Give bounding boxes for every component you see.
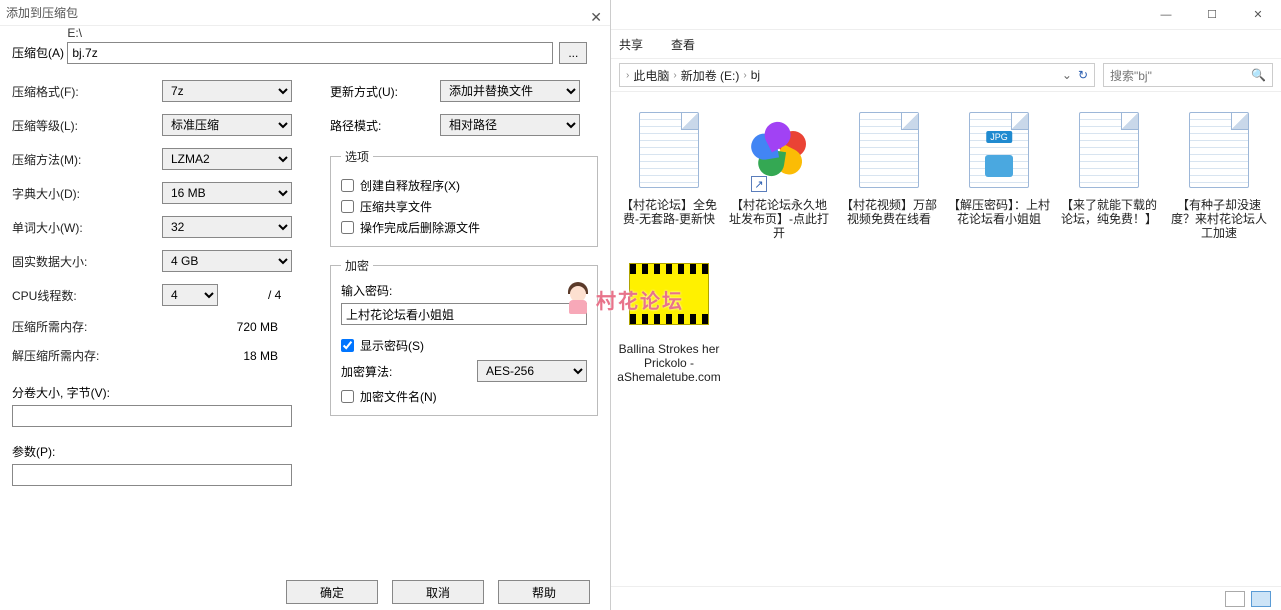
file-item[interactable]: Ballina Strokes her Prickolo - aShemalet… <box>617 248 721 384</box>
word-label: 单词大小(W): <box>12 219 162 236</box>
minimize-button[interactable]: ― <box>1143 0 1189 30</box>
address-bar[interactable]: › 此电脑 › 新加卷 (E:) › bj ⌄ ↻ <box>619 63 1095 87</box>
params-label: 参数(P): <box>12 443 312 460</box>
document-icon <box>859 112 919 188</box>
jpg-icon: JPG <box>969 112 1029 188</box>
shared-checkbox[interactable]: 压缩共享文件 <box>341 198 587 215</box>
file-item[interactable]: 【村花视频】万部视频免费在线看 <box>837 104 941 240</box>
password-label: 输入密码: <box>341 282 587 299</box>
chevron-down-icon[interactable]: ⌄ <box>1062 68 1072 82</box>
options-legend: 选项 <box>341 148 373 165</box>
search-icon: 🔍 <box>1251 68 1266 82</box>
archive-path-hint: E:\ <box>67 26 587 40</box>
close-button[interactable]: ✕ <box>1235 0 1281 30</box>
shortcut-arrow-icon: ↗ <box>751 176 767 192</box>
pathmode-label: 路径模式: <box>330 117 440 134</box>
enc-algo-select[interactable]: AES-256 <box>477 360 587 382</box>
sfx-checkbox[interactable]: 创建自释放程序(X) <box>341 177 587 194</box>
format-select[interactable]: 7z <box>162 80 292 102</box>
method-label: 压缩方法(M): <box>12 151 162 168</box>
delete-after-checkbox[interactable]: 操作完成后删除源文件 <box>341 219 587 236</box>
pinwheel-icon <box>749 120 809 180</box>
update-label: 更新方式(U): <box>330 83 440 100</box>
document-icon <box>639 112 699 188</box>
archive-name-input[interactable] <box>67 42 553 64</box>
threads-select[interactable]: 4 <box>162 284 218 306</box>
level-select[interactable]: 标准压缩 <box>162 114 292 136</box>
solid-select[interactable]: 4 GB <box>162 250 292 272</box>
solid-label: 固实数据大小: <box>12 253 162 270</box>
enc-algo-label: 加密算法: <box>341 363 477 380</box>
window-controls: ― ☐ ✕ <box>611 0 1281 30</box>
add-to-archive-dialog: 添加到压缩包 ✕ 压缩包(A) E:\ ... 压缩格式(F):7z 压缩等级(… <box>0 0 611 610</box>
icons-view-icon[interactable] <box>1251 591 1271 607</box>
update-select[interactable]: 添加并替换文件 <box>440 80 580 102</box>
file-item[interactable]: JPG【解压密码】：上村花论坛看小姐姐 <box>947 104 1051 240</box>
maximize-button[interactable]: ☐ <box>1189 0 1235 30</box>
dict-select[interactable]: 16 MB <box>162 182 292 204</box>
file-item[interactable]: 【来了就能下载的论坛，纯免费！】 <box>1057 104 1161 240</box>
word-select[interactable]: 32 <box>162 216 292 238</box>
help-button[interactable]: 帮助 <box>498 580 590 604</box>
chevron-right-icon: › <box>743 70 746 81</box>
mem-comp-label: 压缩所需内存: <box>12 318 162 335</box>
crumb-folder[interactable]: bj <box>751 68 760 82</box>
archive-label: 压缩包(A) <box>12 26 64 61</box>
ok-button[interactable]: 确定 <box>286 580 378 604</box>
mem-comp-value: 720 MB <box>162 320 282 334</box>
ribbon-tabs: 共享 查看 <box>611 30 1281 58</box>
chevron-right-icon: › <box>626 70 629 81</box>
file-grid: 【村花论坛】全免费-无套路-更新快 ↗【村花论坛永久地址发布页】-点此打开 【村… <box>611 92 1281 396</box>
level-label: 压缩等级(L): <box>12 117 162 134</box>
threads-max: / 4 <box>218 288 281 302</box>
tab-share[interactable]: 共享 <box>619 36 643 53</box>
refresh-icon[interactable]: ↻ <box>1078 68 1088 82</box>
mem-decomp-value: 18 MB <box>162 349 282 363</box>
document-icon <box>1079 112 1139 188</box>
file-explorer: ― ☐ ✕ 共享 查看 › 此电脑 › 新加卷 (E:) › bj ⌄ ↻ 搜索… <box>611 0 1281 610</box>
crumb-drive[interactable]: 新加卷 (E:) <box>681 67 740 84</box>
crumb-this-pc[interactable]: 此电脑 <box>633 67 669 84</box>
file-item[interactable]: ↗【村花论坛永久地址发布页】-点此打开 <box>727 104 831 240</box>
document-icon <box>1189 112 1249 188</box>
show-password-checkbox[interactable]: 显示密码(S) <box>341 337 587 354</box>
file-item[interactable]: 【有种子却没速度？来村花论坛人工加速 <box>1167 104 1271 240</box>
pathmode-select[interactable]: 相对路径 <box>440 114 580 136</box>
status-bar <box>611 586 1281 610</box>
search-input[interactable]: 搜索"bj" 🔍 <box>1103 63 1273 87</box>
video-icon <box>629 263 709 325</box>
dialog-title-text: 添加到压缩包 <box>6 6 78 20</box>
dict-label: 字典大小(D): <box>12 185 162 202</box>
options-group: 选项 创建自释放程序(X) 压缩共享文件 操作完成后删除源文件 <box>330 148 598 247</box>
file-item[interactable]: 【村花论坛】全免费-无套路-更新快 <box>617 104 721 240</box>
split-label: 分卷大小, 字节(V): <box>12 384 312 401</box>
details-view-icon[interactable] <box>1225 591 1245 607</box>
password-input[interactable] <box>341 303 587 325</box>
encryption-legend: 加密 <box>341 257 373 274</box>
chevron-right-icon: › <box>673 70 676 81</box>
browse-button[interactable]: ... <box>559 42 587 64</box>
threads-label: CPU线程数: <box>12 287 162 304</box>
format-label: 压缩格式(F): <box>12 83 162 100</box>
close-icon[interactable]: ✕ <box>590 4 602 30</box>
encryption-group: 加密 输入密码: 显示密码(S) 加密算法:AES-256 加密文件名(N) <box>330 257 598 416</box>
tab-view[interactable]: 查看 <box>671 36 695 53</box>
cancel-button[interactable]: 取消 <box>392 580 484 604</box>
mem-decomp-label: 解压缩所需内存: <box>12 347 162 364</box>
dialog-titlebar: 添加到压缩包 ✕ <box>0 0 610 26</box>
method-select[interactable]: LZMA2 <box>162 148 292 170</box>
encrypt-names-checkbox[interactable]: 加密文件名(N) <box>341 388 587 405</box>
params-input[interactable] <box>12 464 292 486</box>
split-input[interactable] <box>12 405 292 427</box>
search-placeholder: 搜索"bj" <box>1110 67 1152 84</box>
